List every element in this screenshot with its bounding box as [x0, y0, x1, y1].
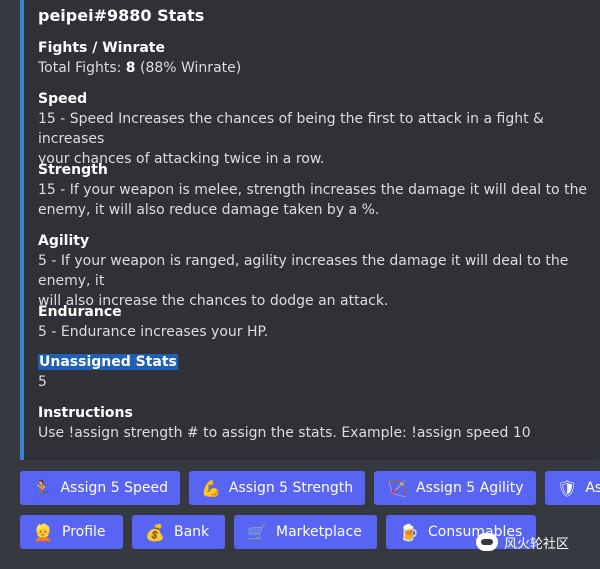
running-person-icon: 🏃	[32, 478, 53, 498]
button-label: Marketplace	[276, 524, 362, 540]
field-name: Instructions	[38, 405, 133, 421]
field-name: Agility	[38, 233, 90, 249]
watermark: 风火轮社区	[476, 530, 569, 554]
field-instructions: Instructions Use !assign strength # to a…	[38, 403, 590, 443]
chat-bubble-icon	[476, 533, 498, 551]
stats-embed: peipei#9880 Stats Fights / Winrate Total…	[20, 0, 600, 460]
bow-and-arrow-icon: 🏹	[387, 478, 407, 498]
selected-text: Unassigned Stats	[38, 354, 178, 370]
button-label: Assign 5 Speed	[60, 480, 168, 496]
field-name: Fights / Winrate	[38, 40, 165, 56]
assign-strength-button[interactable]: 💪 Assign 5 Strength	[189, 471, 365, 505]
marketplace-button[interactable]: 🛒 Marketplace	[234, 515, 377, 549]
field-endurance: Endurance 5 - Endurance increases your H…	[38, 302, 590, 342]
button-label: Profile	[62, 524, 106, 540]
fights-count: 8	[125, 60, 136, 76]
field-agility: Agility 5 - If your weapon is ranged, ag…	[38, 231, 590, 311]
button-label: Bank	[174, 524, 210, 540]
assign-speed-button[interactable]: 🏃 Assign 5 Speed	[20, 471, 180, 505]
button-label: Assign 5 Strength	[228, 480, 354, 496]
field-value: Use !assign strength # to assign the sta…	[38, 425, 531, 441]
assign-agility-button[interactable]: 🏹 Assign 5 Agility	[374, 471, 536, 505]
field-name: Endurance	[38, 304, 122, 320]
shopping-cart-icon: 🛒	[247, 522, 267, 542]
field-unassigned-stats: Unassigned Stats 5	[38, 352, 590, 392]
bank-button[interactable]: 💰 Bank	[132, 515, 225, 549]
field-value-line: 15 - Speed Increases the chances of bein…	[38, 111, 544, 147]
fights-winrate: (88% Winrate)	[135, 60, 242, 76]
field-value-line: enemy, it will also reduce damage taken …	[38, 202, 380, 218]
button-label: Assign 5 Agility	[416, 480, 524, 496]
field-fights-winrate: Fights / Winrate Total Fights: 8 (88% Wi…	[38, 38, 590, 78]
flexed-biceps-icon: 💪	[201, 478, 221, 498]
field-value: Total Fights: 8 (88% Winrate)	[38, 58, 590, 78]
field-value-line: 5 - If your weapon is ranged, agility in…	[38, 253, 569, 289]
field-name: Strength	[38, 162, 108, 178]
profile-button[interactable]: 👱 Profile	[20, 515, 123, 549]
assign-endurance-button[interactable]: 🛡 As	[545, 471, 600, 505]
embed-title: peipei#9880 Stats	[38, 6, 205, 25]
watermark-text: 风火轮社区	[504, 536, 570, 552]
field-strength: Strength 15 - If your weapon is melee, s…	[38, 160, 590, 220]
person-icon: 👱	[33, 522, 53, 542]
field-value: 5	[38, 374, 47, 390]
shield-icon: 🛡	[557, 478, 578, 498]
field-value: 5 - Endurance increases your HP.	[38, 324, 269, 340]
beer-mug-icon: 🍺	[399, 522, 419, 542]
field-name: Speed	[38, 91, 88, 107]
field-speed: Speed 15 - Speed Increases the chances o…	[38, 89, 590, 169]
field-name: Unassigned Stats	[38, 352, 590, 372]
field-value-line: 15 - If your weapon is melee, strength i…	[38, 182, 588, 198]
fights-prefix: Total Fights:	[38, 60, 126, 76]
button-label: As	[585, 480, 600, 496]
money-bag-icon: 💰	[145, 522, 165, 542]
